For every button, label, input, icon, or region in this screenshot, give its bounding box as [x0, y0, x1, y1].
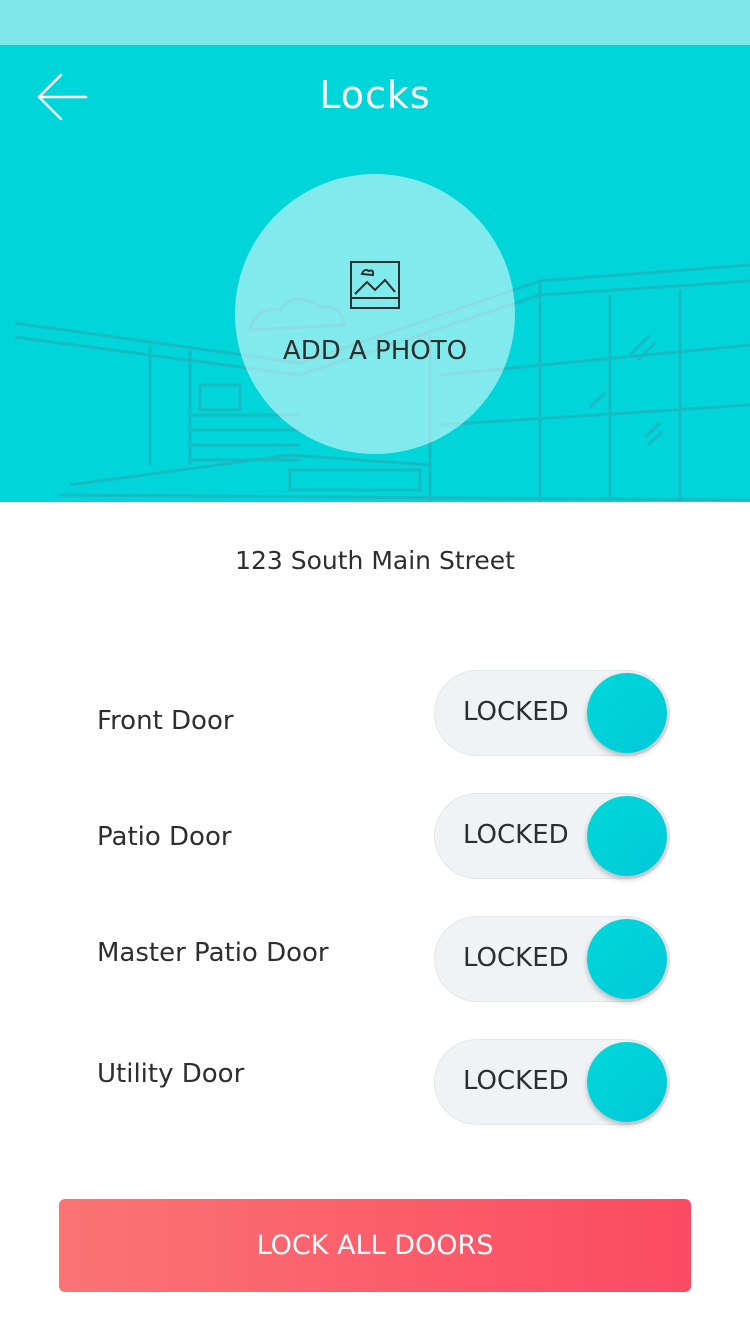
add-photo-button[interactable]: ADD A PHOTO — [235, 174, 515, 454]
lock-name: Patio Door — [97, 822, 232, 852]
status-bar — [0, 0, 750, 45]
add-photo-label: ADD A PHOTO — [282, 336, 468, 366]
toggle-knob — [587, 919, 667, 999]
toggle-knob — [587, 796, 667, 876]
toggle-knob — [587, 1042, 667, 1122]
lock-toggle[interactable]: LOCKED — [434, 916, 670, 1002]
page-title: Locks — [319, 73, 431, 117]
lock-row-master-patio-door: Master Patio Door LOCKED — [0, 916, 750, 1006]
lock-name: Master Patio Door — [97, 938, 329, 968]
lock-name: Utility Door — [97, 1059, 245, 1089]
lock-state-label: LOCKED — [463, 697, 569, 727]
lock-row-utility-door: Utility Door LOCKED — [0, 1039, 750, 1129]
lock-state-label: LOCKED — [463, 820, 569, 850]
image-icon — [350, 261, 400, 309]
lock-toggle[interactable]: LOCKED — [434, 793, 670, 879]
lock-toggle[interactable]: LOCKED — [434, 670, 670, 756]
lock-name: Front Door — [97, 706, 234, 736]
lock-row-patio-door: Patio Door LOCKED — [0, 793, 750, 883]
toggle-knob — [587, 673, 667, 753]
lock-toggle[interactable]: LOCKED — [434, 1039, 670, 1125]
lock-all-doors-button[interactable]: LOCK ALL DOORS — [59, 1199, 691, 1292]
lock-row-front-door: Front Door LOCKED — [0, 670, 750, 760]
lock-state-label: LOCKED — [463, 943, 569, 973]
header-hero: Locks ADD A PHOTO — [0, 45, 750, 502]
address-label: 123 South Main Street — [235, 546, 515, 575]
lock-state-label: LOCKED — [463, 1066, 569, 1096]
